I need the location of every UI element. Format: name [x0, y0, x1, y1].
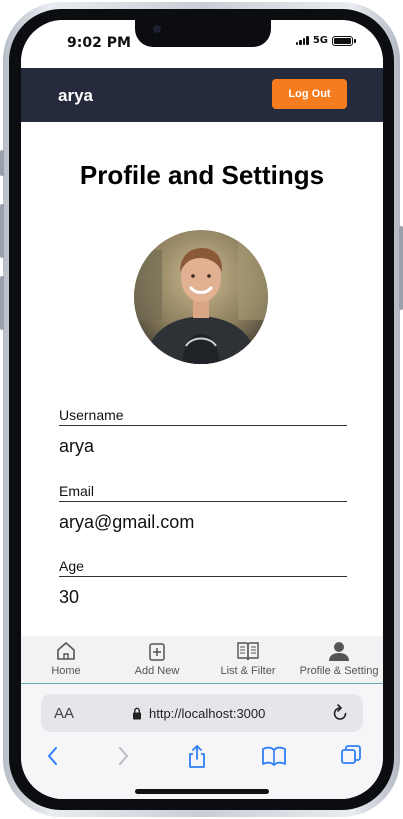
username-value[interactable]: arya — [59, 436, 347, 457]
brand-name: arya — [58, 86, 93, 105]
tab-profile-setting[interactable]: Profile & Setting — [295, 636, 383, 684]
tab-add-new-label: Add New — [134, 665, 180, 677]
logout-button[interactable]: Log Out — [272, 79, 347, 109]
page-title: Profile and Settings — [79, 160, 325, 190]
status-indicators: 5G — [295, 35, 356, 46]
signal-icon — [295, 36, 309, 45]
email-label: Email — [59, 483, 347, 502]
age-value[interactable]: 30 — [59, 587, 347, 608]
tab-list-filter[interactable]: List & Filter — [216, 636, 280, 684]
bottom-tab-bar: Home Add New List & Filter Profile & Set… — [21, 636, 383, 684]
address-bar[interactable]: AA http://localhost:3000 — [41, 694, 363, 732]
add-square-icon — [149, 643, 165, 661]
phone-side-button — [399, 226, 403, 310]
camera-icon — [153, 25, 161, 33]
browser-nav-row — [21, 744, 383, 774]
user-icon — [329, 642, 349, 661]
tab-add-new[interactable]: Add New — [125, 636, 189, 684]
home-indicator — [135, 789, 269, 794]
text-size-button[interactable]: AA — [54, 705, 74, 722]
phone-side-button — [0, 276, 4, 330]
home-icon — [57, 642, 75, 660]
username-field: Username arya — [59, 407, 347, 457]
lock-icon — [133, 707, 141, 720]
phone-screen: 9:02 PM 5G arya Log Out Profile and Sett… — [21, 20, 383, 799]
book-icon — [237, 642, 259, 661]
phone-side-button — [0, 204, 4, 258]
email-field: Email arya@gmail.com — [59, 483, 347, 533]
battery-icon — [332, 35, 356, 46]
tab-list-filter-label: List & Filter — [220, 665, 276, 677]
status-bar: 9:02 PM 5G — [21, 20, 383, 68]
back-icon[interactable] — [43, 744, 63, 768]
reload-icon[interactable] — [331, 703, 349, 723]
app-header: arya Log Out — [21, 68, 383, 122]
url-text: http://localhost:3000 — [149, 706, 266, 721]
tab-profile-setting-label: Profile & Setting — [299, 665, 379, 677]
avatar — [134, 230, 268, 364]
tabs-icon[interactable] — [339, 744, 363, 768]
tab-home-label: Home — [51, 665, 81, 677]
browser-toolbar: AA http://localhost:3000 — [21, 684, 383, 799]
bookmarks-icon[interactable] — [261, 744, 287, 768]
status-time: 9:02 PM — [67, 35, 131, 51]
forward-icon[interactable] — [113, 744, 133, 768]
age-label: Age — [59, 558, 347, 577]
age-field: Age 30 — [59, 558, 347, 608]
username-label: Username — [59, 407, 347, 426]
network-label: 5G — [312, 35, 328, 46]
email-value[interactable]: arya@gmail.com — [59, 512, 347, 533]
notch — [135, 20, 271, 47]
share-icon[interactable] — [186, 744, 208, 770]
phone-side-button — [0, 150, 4, 176]
tab-home[interactable]: Home — [35, 636, 97, 684]
